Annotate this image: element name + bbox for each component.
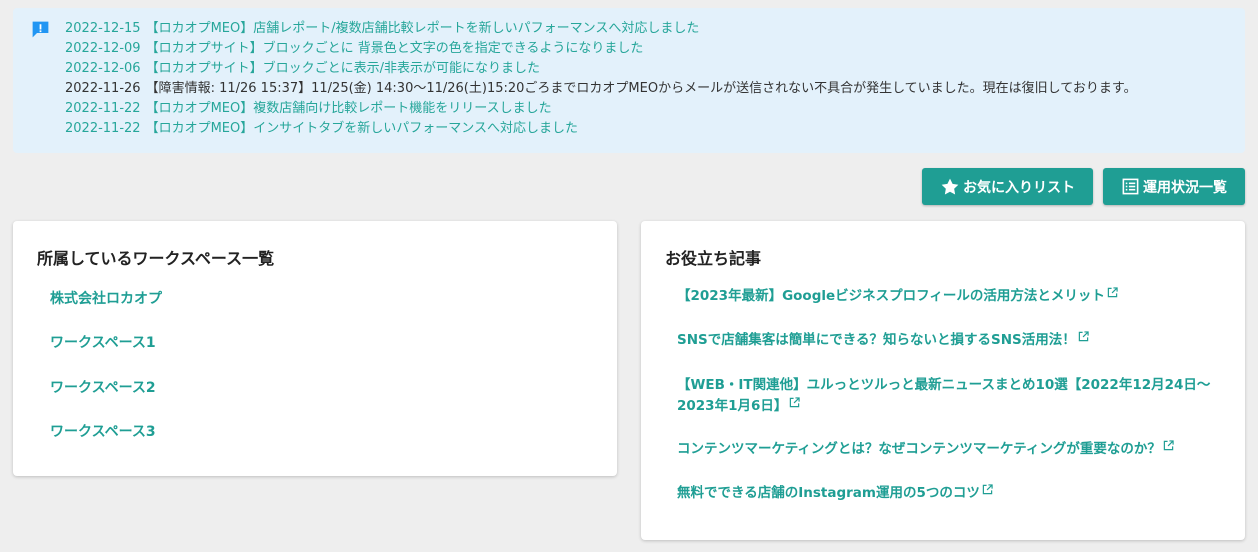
- workspace-link[interactable]: ワークスペース1: [50, 332, 156, 352]
- announcement-date: 2022-11-22: [65, 121, 141, 136]
- workspace-card: 所属しているワークスペース一覧 株式会社ロカオプ ワークスペース1 ワークスペー…: [13, 221, 617, 476]
- article-link[interactable]: SNSで店舗集客は簡単にできる？知らないと損するSNS活用法！: [677, 330, 1217, 351]
- article-link[interactable]: 【WEB・IT関連他】ユルっとツルっと最新ニュースまとめ10選【2022年12月…: [677, 375, 1217, 417]
- list-icon: [1122, 178, 1139, 195]
- announcement-item[interactable]: 2022-12-15 【ロカオプMEO】店舗レポート/複数店舗比較レポートを新しい…: [65, 19, 1137, 39]
- announcement-item[interactable]: 2022-12-06 【ロカオプサイト】ブロックごとに表示/非表示が可能になりまし…: [65, 59, 1137, 79]
- external-link-icon: [790, 397, 801, 408]
- announcement-date: 2022-12-06: [65, 61, 141, 76]
- announcement-item[interactable]: 2022-11-22 【ロカオプMEO】複数店舗向け比較レポート機能をリリースしま…: [65, 99, 1137, 119]
- announcement-item[interactable]: 2022-11-22 【ロカオプMEO】インサイトタブを新しいパフォーマンスへ対応…: [65, 119, 1137, 139]
- announcement-list: 2022-12-15 【ロカオプMEO】店舗レポート/複数店舗比較レポートを新しい…: [65, 19, 1137, 139]
- external-link-icon: [1078, 331, 1089, 342]
- workspace-link[interactable]: ワークスペース2: [50, 377, 156, 397]
- star-icon: [941, 178, 959, 195]
- operation-status-label: 運用状況一覧: [1143, 179, 1227, 196]
- article-link[interactable]: コンテンツマーケティングとは？なぜコンテンツマーケティングが重要なのか？: [677, 439, 1217, 460]
- article-title: 無料でできる店舗のInstagram運用の5つのコツ: [677, 485, 980, 501]
- announcement-date: 2022-11-22: [65, 101, 141, 116]
- articles-card-title: お役立ち記事: [665, 249, 762, 268]
- article-title: コンテンツマーケティングとは？なぜコンテンツマーケティングが重要なのか？: [677, 441, 1161, 457]
- article-title: SNSで店舗集客は簡単にできる？知らないと損するSNS活用法！: [677, 332, 1076, 348]
- external-link-icon: [982, 484, 993, 495]
- favorites-list-label: お気に入りリスト: [963, 179, 1075, 196]
- announcement-item: 2022-11-26 【障害情報: 11/26 15:37】11/25(金) 14…: [65, 79, 1137, 99]
- announcement-item[interactable]: 2022-12-09 【ロカオプサイト】ブロックごとに 背景色と文字の色を指定でき…: [65, 39, 1137, 59]
- announcement-text: 【ロカオプMEO】店舗レポート/複数店舗比較レポートを新しいパフォーマンスへ対応…: [145, 21, 700, 36]
- articles-card: お役立ち記事 【2023年最新】Googleビジネスプロフィールの活用方法とメリ…: [641, 221, 1245, 540]
- announcement-text: 【障害情報: 11/26 15:37】11/25(金) 14:30〜11/26(…: [145, 81, 1137, 96]
- article-link[interactable]: 【2023年最新】Googleビジネスプロフィールの活用方法とメリット: [677, 286, 1217, 307]
- article-title: 【WEB・IT関連他】ユルっとツルっと最新ニュースまとめ10選【2022年12月…: [677, 377, 1211, 414]
- announcement-panel: 2022-12-15 【ロカオプMEO】店舗レポート/複数店舗比較レポートを新しい…: [13, 8, 1245, 153]
- announcement-text: 【ロカオプMEO】インサイトタブを新しいパフォーマンスへ対応しました: [145, 121, 578, 136]
- external-link-icon: [1107, 287, 1118, 298]
- announcement-icon: [32, 21, 49, 38]
- article-link[interactable]: 無料でできる店舗のInstagram運用の5つのコツ: [677, 483, 1217, 504]
- workspace-link[interactable]: 株式会社ロカオプ: [50, 288, 162, 308]
- operation-status-button[interactable]: 運用状況一覧: [1103, 168, 1245, 205]
- announcement-date: 2022-11-26: [65, 81, 141, 96]
- announcement-date: 2022-12-15: [65, 21, 141, 36]
- announcement-text: 【ロカオプサイト】ブロックごとに 背景色と文字の色を指定できるようになりました: [145, 41, 644, 56]
- announcement-date: 2022-12-09: [65, 41, 141, 56]
- workspace-card-title: 所属しているワークスペース一覧: [37, 249, 275, 268]
- announcement-text: 【ロカオプMEO】複数店舗向け比較レポート機能をリリースしました: [145, 101, 552, 116]
- external-link-icon: [1163, 440, 1174, 451]
- workspace-link[interactable]: ワークスペース3: [50, 421, 156, 441]
- favorites-list-button[interactable]: お気に入りリスト: [922, 168, 1093, 205]
- article-title: 【2023年最新】Googleビジネスプロフィールの活用方法とメリット: [677, 288, 1105, 304]
- announcement-text: 【ロカオプサイト】ブロックごとに表示/非表示が可能になりました: [145, 61, 540, 76]
